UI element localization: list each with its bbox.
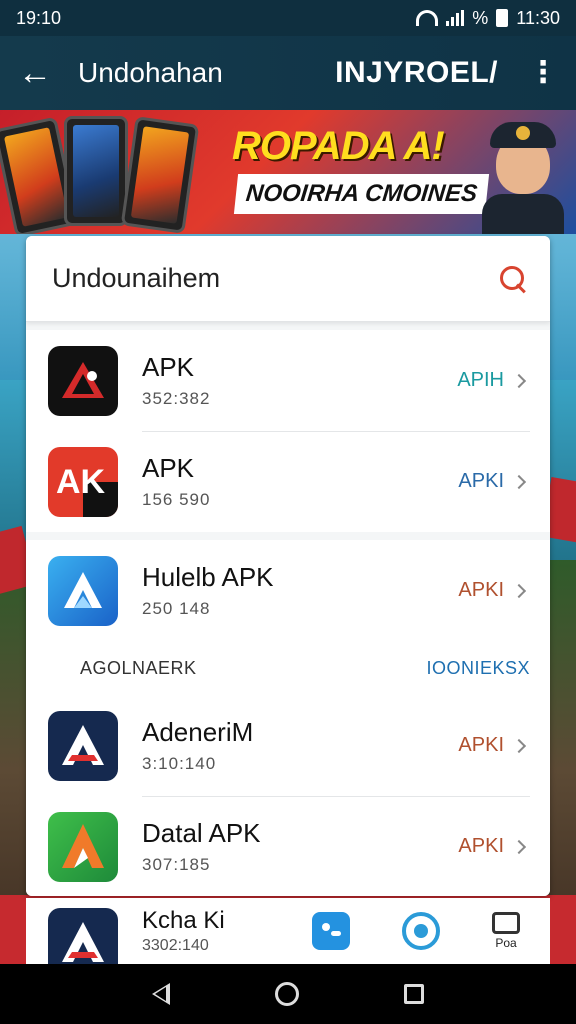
banner-officer-avatar (482, 116, 564, 234)
apk-tag[interactable]: APKI (458, 470, 504, 493)
search-bar[interactable]: Undounaihem (26, 236, 550, 322)
app-group-1: APK 352:382 APIH AK APK 156 590 APKI (26, 330, 550, 532)
apk-tag[interactable]: APKI (458, 579, 504, 602)
chat-icon[interactable] (312, 912, 350, 950)
signal-icon (446, 10, 465, 26)
battery-icon (496, 9, 509, 27)
banner-subline: NOOIRHA CMOINES (233, 174, 490, 214)
section-label: AGOLNAERK (80, 657, 197, 678)
list-item[interactable]: APK 352:382 APIH (26, 330, 550, 431)
app-bar: ← Undohahan INJYROEL/ ⋮ (0, 36, 576, 110)
app-size: 250 148 (142, 599, 211, 619)
chevron-right-icon (511, 474, 527, 489)
bottom-app-name: Kcha Ki (142, 907, 225, 934)
app-icon-blue-a (48, 555, 118, 626)
search-icon[interactable] (498, 264, 528, 294)
chevron-right-icon (511, 373, 527, 388)
arrow-left-icon[interactable]: ← (18, 56, 68, 90)
app-name: APK (142, 351, 195, 382)
banner-headline: ROPADA A! (232, 124, 445, 168)
app-list-card: Undounaihem APK 352:382 APIH AK APK 156 … (26, 236, 550, 896)
recents-icon[interactable] (403, 984, 424, 1004)
app-icon-green-a (48, 811, 118, 882)
bottom-bar: Kcha Ki 3302:140 Poa (26, 898, 550, 978)
back-icon[interactable] (152, 983, 171, 1005)
chevron-right-icon (511, 738, 527, 753)
chevron-right-icon (511, 839, 527, 854)
apk-tag[interactable]: APIH (457, 369, 504, 392)
app-size: 156 590 (142, 490, 211, 510)
apk-tag[interactable]: APKI (458, 835, 504, 858)
banner-phones-image (0, 114, 230, 234)
status-time-right: 11:30 (516, 7, 560, 28)
apk-tag[interactable]: APKI (458, 734, 504, 757)
wifi-icon (416, 10, 439, 26)
status-time-left: 19:10 (16, 7, 62, 28)
app-group-3: AdeneriM 3:10:140 APKI Datal APK 307:185… (26, 695, 550, 896)
bottom-app-size: 3302:140 (142, 937, 209, 954)
section-header: AGOLNAERK IOONIEKSX (26, 641, 550, 695)
app-size: 3:10:140 (142, 754, 217, 774)
app-size: 352:382 (142, 389, 211, 409)
status-bar: 19:10 % 11:30 (0, 0, 576, 36)
list-item[interactable]: AdeneriM 3:10:140 APKI (26, 695, 550, 796)
list-item[interactable]: Hulelb APK 250 148 APKI (26, 540, 550, 641)
promo-banner[interactable]: ROPADA A! NOOIRHA CMOINES (0, 110, 576, 234)
app-name: Datal APK (142, 817, 261, 848)
app-size: 307:185 (142, 855, 211, 875)
chevron-right-icon (511, 583, 527, 598)
refresh-icon[interactable] (402, 912, 440, 950)
section-link[interactable]: IOONIEKSX (426, 658, 530, 679)
app-icon-black-red (48, 345, 118, 416)
home-icon[interactable] (274, 982, 299, 1006)
signal-text: % (472, 7, 489, 28)
svg-text:AK: AK (56, 463, 106, 501)
status-indicators: % 11:30 (416, 8, 560, 29)
list-item[interactable]: AK APK 156 590 APKI (26, 431, 550, 532)
app-icon-red-a: AK (48, 446, 118, 517)
app-name: AdeneriM (142, 716, 254, 747)
list-item[interactable]: Datal APK 307:185 APKI (26, 796, 550, 896)
app-icon-navy-a (48, 710, 118, 781)
app-name: APK (142, 452, 195, 483)
nav-label: Poa (495, 936, 517, 950)
nav-item-poa[interactable]: Poa (492, 912, 520, 950)
system-nav-bar (0, 964, 576, 1024)
bottom-nav: Poa (312, 912, 520, 950)
app-name: Hulelb APK (142, 561, 274, 592)
app-group-2: Hulelb APK 250 148 APKI (26, 540, 550, 641)
search-placeholder[interactable]: Undounaihem (52, 263, 498, 294)
app-bar-brand: INJYROEL/ (335, 56, 498, 89)
app-bar-title: Undohahan (78, 57, 223, 88)
window-icon (492, 912, 520, 934)
more-vert-icon[interactable]: ⋮ (528, 58, 558, 88)
